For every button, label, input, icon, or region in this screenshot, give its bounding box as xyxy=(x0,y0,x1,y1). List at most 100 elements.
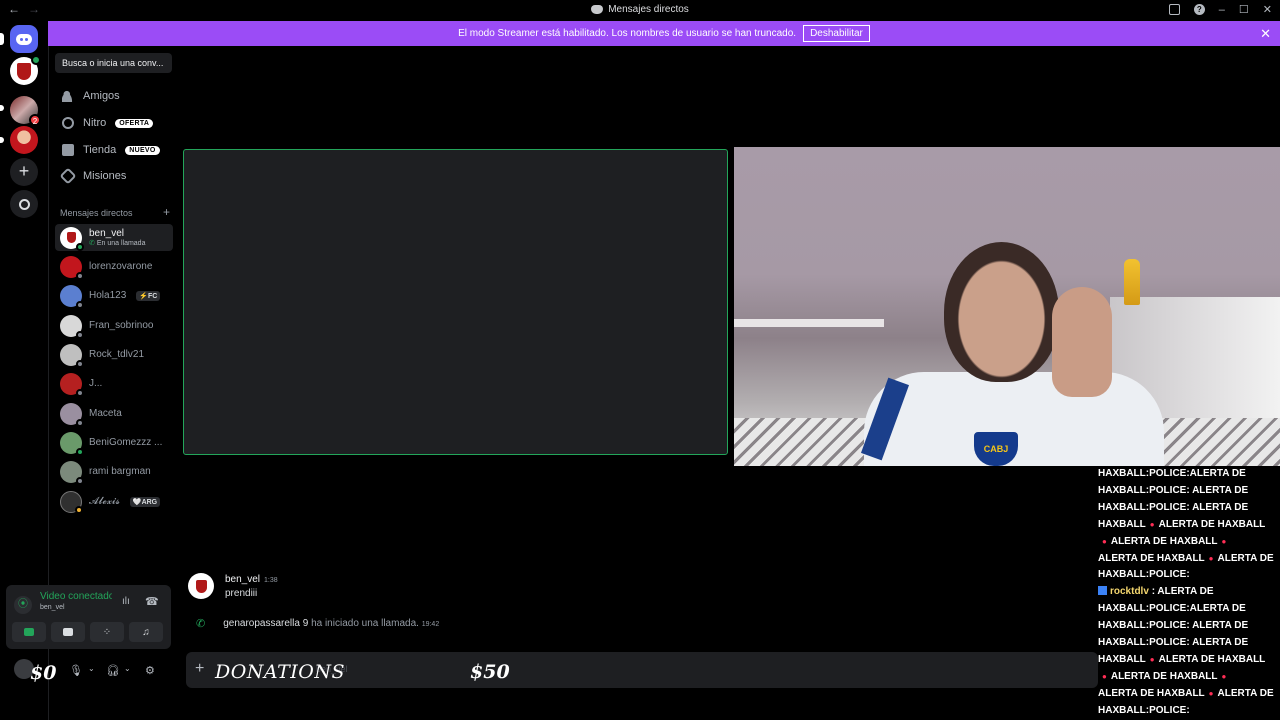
status-dot xyxy=(76,359,84,368)
dm-item[interactable]: Maceta xyxy=(55,400,173,427)
unread-pip xyxy=(0,137,4,143)
nav-nitro[interactable]: Nitro OFERTA xyxy=(55,111,175,135)
avatar[interactable] xyxy=(188,573,214,599)
shop-icon xyxy=(62,144,74,156)
system-user[interactable]: genaropassarella 9 xyxy=(223,618,308,629)
mention-badge: 2 xyxy=(29,114,41,126)
blood-drop-icon: ● xyxy=(1221,536,1227,546)
inbox-icon[interactable] xyxy=(1168,4,1180,15)
avatar xyxy=(60,343,84,368)
close-banner-icon[interactable]: ✕ xyxy=(1260,26,1271,42)
dm-header: Mensajes directos + xyxy=(60,205,170,219)
help-icon[interactable]: ? xyxy=(1193,4,1205,15)
home-button[interactable] xyxy=(10,25,38,53)
avatar xyxy=(60,431,84,456)
minimize-button[interactable]: – xyxy=(1219,4,1225,16)
message-text: prendiii xyxy=(225,588,258,599)
blood-drop-icon: ● xyxy=(1221,671,1227,681)
attach-plus-icon[interactable]: + xyxy=(195,660,204,678)
discord-logo-icon xyxy=(591,5,604,14)
soundboard-button[interactable]: ♫ xyxy=(129,622,163,642)
dm-item[interactable]: Hola123 ⚡FC xyxy=(55,282,173,309)
activities-icon: ⁘ xyxy=(102,626,112,638)
dm-item[interactable]: BeniGomezzz ... xyxy=(55,429,173,456)
status-dot xyxy=(75,505,83,514)
message-author[interactable]: ben_vel xyxy=(225,574,260,585)
status-dot xyxy=(76,476,84,485)
dm-item[interactable]: ben_vel ✆ En una llamada xyxy=(55,224,173,251)
chevron-down-icon[interactable]: ⌄ xyxy=(88,664,95,673)
dm-item[interactable]: Rock_tdlv21 xyxy=(55,341,173,368)
new-pill: NUEVO xyxy=(125,145,160,155)
nav-friends[interactable]: Amigos xyxy=(55,84,175,108)
person-face xyxy=(944,242,1059,382)
voice-status-title[interactable]: Video conectado xyxy=(40,591,112,602)
status-dot xyxy=(76,300,84,309)
explore-servers-button[interactable] xyxy=(10,190,38,218)
disable-streamer-button[interactable]: Deshabilitar xyxy=(803,25,870,42)
activities-button[interactable]: ⁘ xyxy=(90,622,124,642)
unread-dot xyxy=(31,55,41,65)
screenshare-button[interactable] xyxy=(51,622,85,642)
window-controls: ? – ☐ ✕ xyxy=(1168,3,1272,16)
clan-tag: ⚡FC xyxy=(136,290,161,301)
create-dm-icon[interactable]: + xyxy=(163,206,170,218)
server-icon-2[interactable] xyxy=(10,126,38,154)
dm-item[interactable]: J... xyxy=(55,370,173,397)
avatar xyxy=(60,314,84,339)
voice-channel-name: ben_vel xyxy=(40,604,65,611)
offer-pill: OFERTA xyxy=(115,118,154,128)
status-dot xyxy=(76,271,84,280)
unread-pip xyxy=(0,105,4,111)
server-icon-1[interactable]: 2 xyxy=(10,96,41,126)
gear-icon[interactable]: ⚙ xyxy=(145,664,155,677)
donations-amount: $50 xyxy=(470,661,510,683)
donations-label: DONATIONS xyxy=(215,661,346,683)
avatar xyxy=(60,490,83,514)
discord-logo-icon xyxy=(16,33,32,45)
avatar xyxy=(60,402,84,427)
camera-button[interactable] xyxy=(12,622,46,642)
avatar xyxy=(60,284,84,309)
status-dot xyxy=(76,388,84,397)
overlay-username: rocktdlv xyxy=(1110,586,1149,598)
status-dot xyxy=(76,242,84,251)
quests-icon xyxy=(59,167,77,185)
search-input[interactable]: Busca o inicia una conv... xyxy=(55,53,172,73)
voice-connected-panel: ⦿ Video conectado ben_vel ılı ☎ ⁘ ♫ xyxy=(6,585,171,649)
dm-item[interactable]: 𝓐𝓵𝓮𝔁𝓲𝓼 🤍ARG xyxy=(55,488,173,515)
nitro-icon xyxy=(62,117,74,129)
dm-item[interactable]: lorenzovarone xyxy=(55,253,173,280)
clan-tag: 🤍ARG xyxy=(129,496,161,507)
add-server-button[interactable]: + xyxy=(10,158,38,186)
avatar xyxy=(60,372,84,397)
title-bar: ← → Mensajes directos ? – ☐ ✕ xyxy=(0,0,1280,21)
server-avatar-dm[interactable] xyxy=(10,55,41,85)
avatar xyxy=(60,226,84,251)
video-tile-camera[interactable]: CABJ xyxy=(734,147,1280,466)
chevron-down-icon[interactable]: ⌄ xyxy=(124,664,131,673)
dm-item[interactable]: rami bargman xyxy=(55,458,173,485)
window-title: Mensajes directos xyxy=(0,4,1280,15)
system-message: ✆ genaropassarella 9 ha iniciado una lla… xyxy=(196,618,440,630)
phone-icon: ✆ xyxy=(196,618,206,630)
nav-quests[interactable]: Misiones xyxy=(55,164,175,188)
screen-share-icon xyxy=(63,628,73,636)
microphone-icon[interactable]: 🎙︎ xyxy=(69,664,83,677)
video-tile-empty[interactable] xyxy=(183,149,728,455)
noise-suppression-icon[interactable]: ılı xyxy=(122,596,130,607)
dm-item[interactable]: Fran_sobrinoo xyxy=(55,312,173,339)
selected-pip xyxy=(0,33,4,45)
avatar xyxy=(60,255,84,280)
stream-chat-overlay: HAXBALL:POLICE:ALERTA DE HAXBALL:POLICE:… xyxy=(1098,468,1274,716)
phone-icon: ✆ xyxy=(89,240,95,247)
soundboard-icon: ♫ xyxy=(142,626,150,638)
headphones-icon[interactable]: 🎧︎ xyxy=(106,664,120,677)
nav-shop[interactable]: Tienda NUEVO xyxy=(55,138,175,162)
overlay-money-left: $0 xyxy=(30,662,57,684)
maximize-button[interactable]: ☐ xyxy=(1239,3,1249,16)
disconnect-icon[interactable]: ☎ xyxy=(145,595,159,608)
status-dot xyxy=(76,418,84,427)
close-window-button[interactable]: ✕ xyxy=(1263,3,1272,16)
avatar xyxy=(60,460,84,485)
